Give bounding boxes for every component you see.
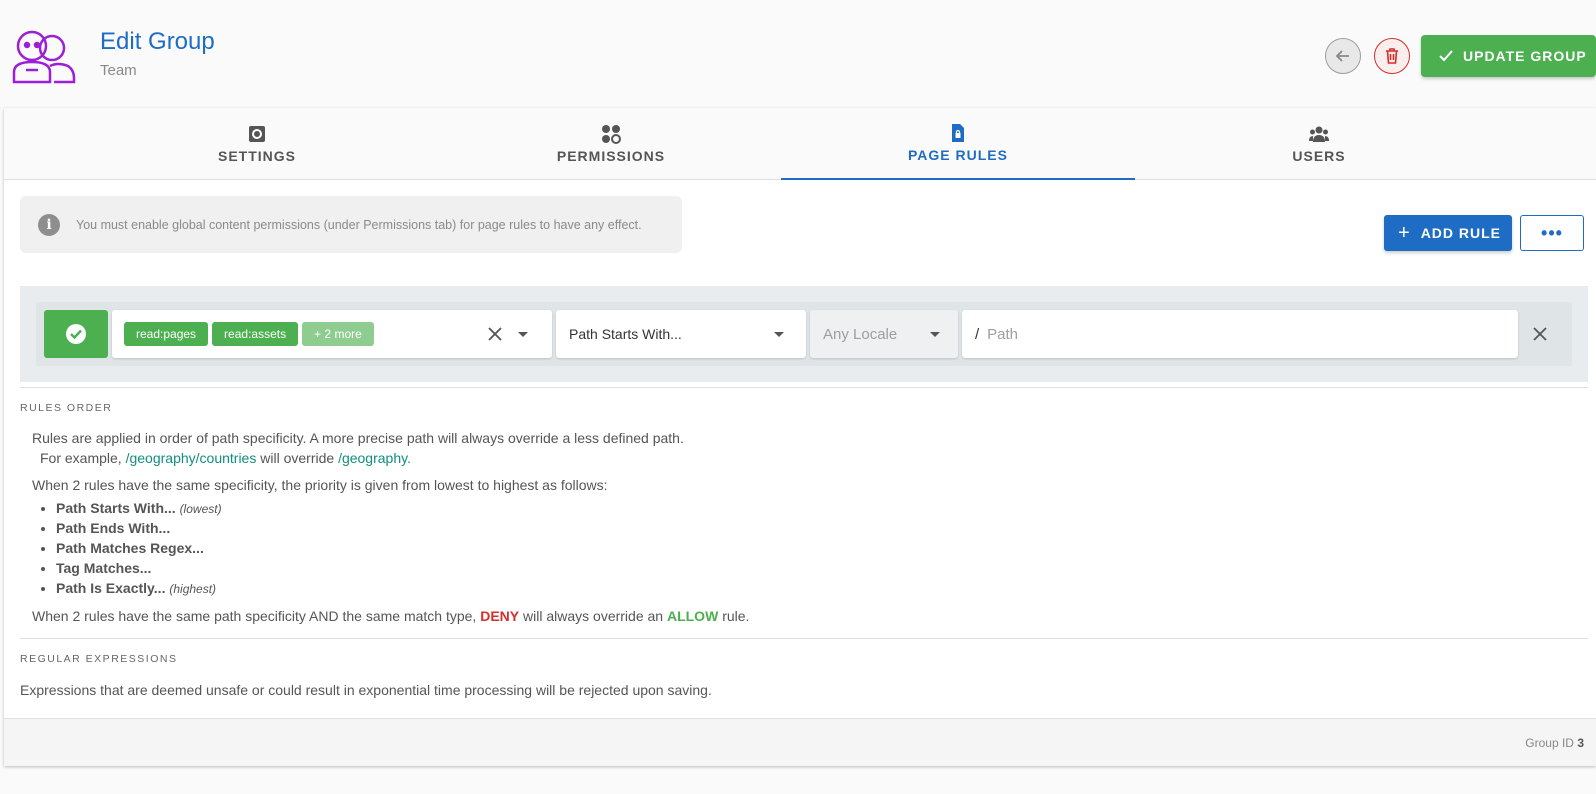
permission-chip[interactable]: read:assets — [212, 322, 299, 346]
example-mid: will override — [260, 450, 335, 466]
update-group-button[interactable]: UPDATE GROUP — [1421, 35, 1596, 77]
list-item: Path Is Exactly... (highest) — [56, 578, 222, 598]
tab-page-rules[interactable]: PAGE RULES — [781, 108, 1135, 180]
list-item: Path Starts With... (lowest) — [56, 498, 222, 518]
allow-label: ALLOW — [666, 608, 719, 624]
page-subtitle: Team — [100, 62, 137, 79]
check-icon — [1439, 50, 1453, 62]
regex-text: Expressions that are deemed unsafe or co… — [20, 682, 712, 698]
locale-placeholder: Any Locale — [823, 325, 898, 343]
users-group-logo-icon — [10, 26, 78, 86]
group-id: Group ID 3 — [1525, 736, 1584, 750]
chevron-down-icon[interactable] — [518, 332, 528, 337]
group-card: SETTINGS PERMISSIONS PAGE RULES USERS i … — [4, 108, 1596, 766]
permission-chip[interactable]: read:pages — [124, 322, 209, 346]
tab-settings[interactable]: SETTINGS — [77, 108, 437, 180]
tab-page-rules-label: PAGE RULES — [908, 147, 1008, 163]
conflict-text: When 2 rules have the same path specific… — [32, 608, 750, 624]
locale-select[interactable]: Any Locale — [810, 310, 958, 358]
path-prefix: / — [975, 325, 980, 343]
regex-title: REGULAR EXPRESSIONS — [20, 653, 178, 665]
example-path-geography: /geography. — [338, 450, 411, 466]
deny-label: DENY — [480, 608, 520, 624]
tab-permissions-label: PERMISSIONS — [556, 148, 666, 164]
priority-intro: When 2 rules have the same specificity, … — [32, 477, 608, 493]
page-title: Edit Group — [100, 28, 215, 55]
list-item: Path Ends With... — [56, 518, 222, 538]
chevron-down-icon — [774, 332, 784, 337]
rule-mode-toggle[interactable] — [44, 310, 108, 358]
info-icon: i — [38, 213, 60, 236]
path-placeholder: Path — [987, 325, 1019, 343]
divider — [20, 387, 1588, 388]
clear-icon[interactable] — [486, 325, 504, 343]
update-group-label: UPDATE GROUP — [1463, 48, 1587, 64]
more-options-label: ••• — [1541, 222, 1563, 243]
example-prefix: For example, — [40, 450, 122, 466]
remove-rule-icon[interactable] — [1532, 326, 1548, 342]
priority-list: Path Starts With... (lowest) Path Ends W… — [56, 498, 222, 598]
path-input[interactable]: / Path — [962, 310, 1518, 358]
group-id-label: Group ID — [1525, 736, 1574, 750]
example-path-countries: /geography/countries — [125, 450, 257, 466]
tab-bar: SETTINGS PERMISSIONS PAGE RULES USERS — [4, 108, 1596, 180]
list-item: Tag Matches... — [56, 558, 222, 578]
back-button[interactable] — [1325, 38, 1361, 74]
users-icon — [1309, 126, 1329, 142]
rules-container: read:pages read:assets + 2 more Path Sta… — [20, 286, 1588, 382]
rules-order-title: RULES ORDER — [20, 402, 113, 414]
delete-button[interactable] — [1374, 38, 1410, 74]
more-permissions-chip[interactable]: + 2 more — [302, 322, 374, 346]
gear-icon — [249, 126, 265, 142]
add-rule-label: ADD RULE — [1420, 225, 1502, 241]
permissions-select[interactable]: read:pages read:assets + 2 more — [112, 310, 552, 358]
locked-file-icon — [952, 124, 964, 142]
chevron-down-icon — [930, 332, 940, 337]
permissions-icon — [602, 125, 621, 144]
plus-icon: + — [1398, 221, 1411, 244]
rules-order-example: For example, /geography/countries will o… — [40, 450, 411, 466]
rules-order-intro: Rules are applied in order of path speci… — [32, 430, 684, 446]
card-footer: Group ID 3 — [4, 718, 1596, 766]
divider — [20, 638, 1588, 639]
page-header: Edit Group Team UPDATE GROUP — [0, 0, 1596, 108]
trash-icon — [1386, 48, 1398, 64]
info-alert-text: You must enable global content permissio… — [76, 217, 642, 232]
tab-users-label: USERS — [1292, 148, 1346, 164]
tab-users[interactable]: USERS — [1139, 108, 1499, 180]
match-type-select[interactable]: Path Starts With... — [556, 310, 806, 358]
match-type-value: Path Starts With... — [569, 326, 682, 342]
tab-settings-label: SETTINGS — [217, 148, 296, 164]
group-id-value: 3 — [1577, 736, 1584, 750]
add-rule-button[interactable]: + ADD RULE — [1384, 215, 1512, 251]
info-alert: i You must enable global content permiss… — [20, 196, 682, 253]
more-options-button[interactable]: ••• — [1520, 215, 1584, 251]
rule-row: read:pages read:assets + 2 more Path Sta… — [36, 302, 1572, 366]
tab-permissions[interactable]: PERMISSIONS — [431, 108, 791, 180]
list-item: Path Matches Regex... — [56, 538, 222, 558]
check-circle-icon — [66, 324, 86, 344]
arrow-left-icon — [1335, 50, 1349, 62]
